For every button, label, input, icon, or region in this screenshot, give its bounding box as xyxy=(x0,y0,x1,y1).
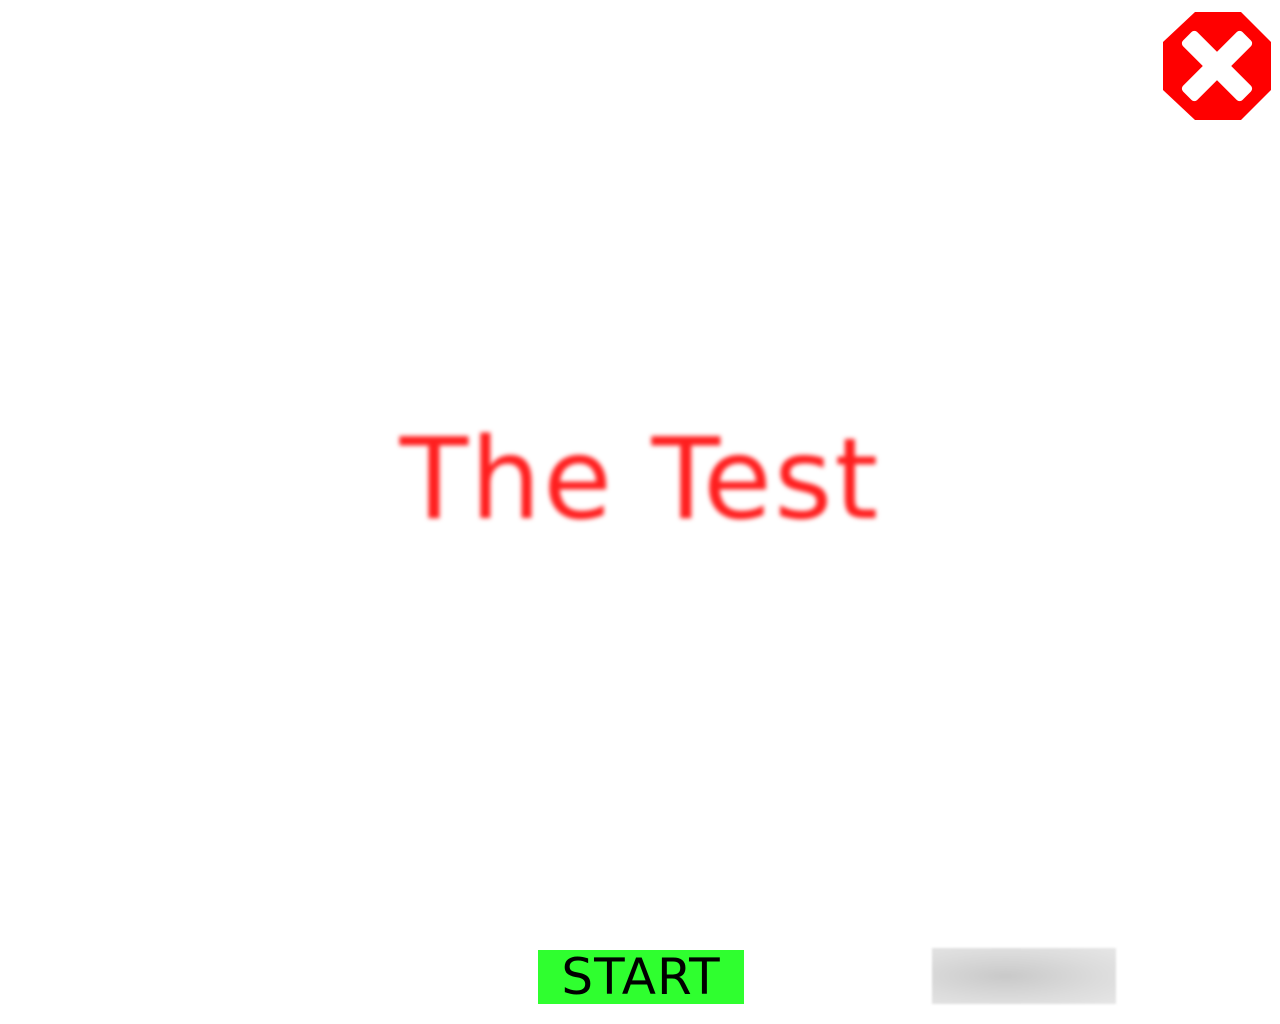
start-button[interactable]: START xyxy=(538,950,744,1004)
close-icon xyxy=(1163,12,1271,120)
close-button[interactable] xyxy=(1161,10,1273,122)
page-title: The Test xyxy=(399,415,881,545)
secondary-button[interactable] xyxy=(932,948,1116,1004)
